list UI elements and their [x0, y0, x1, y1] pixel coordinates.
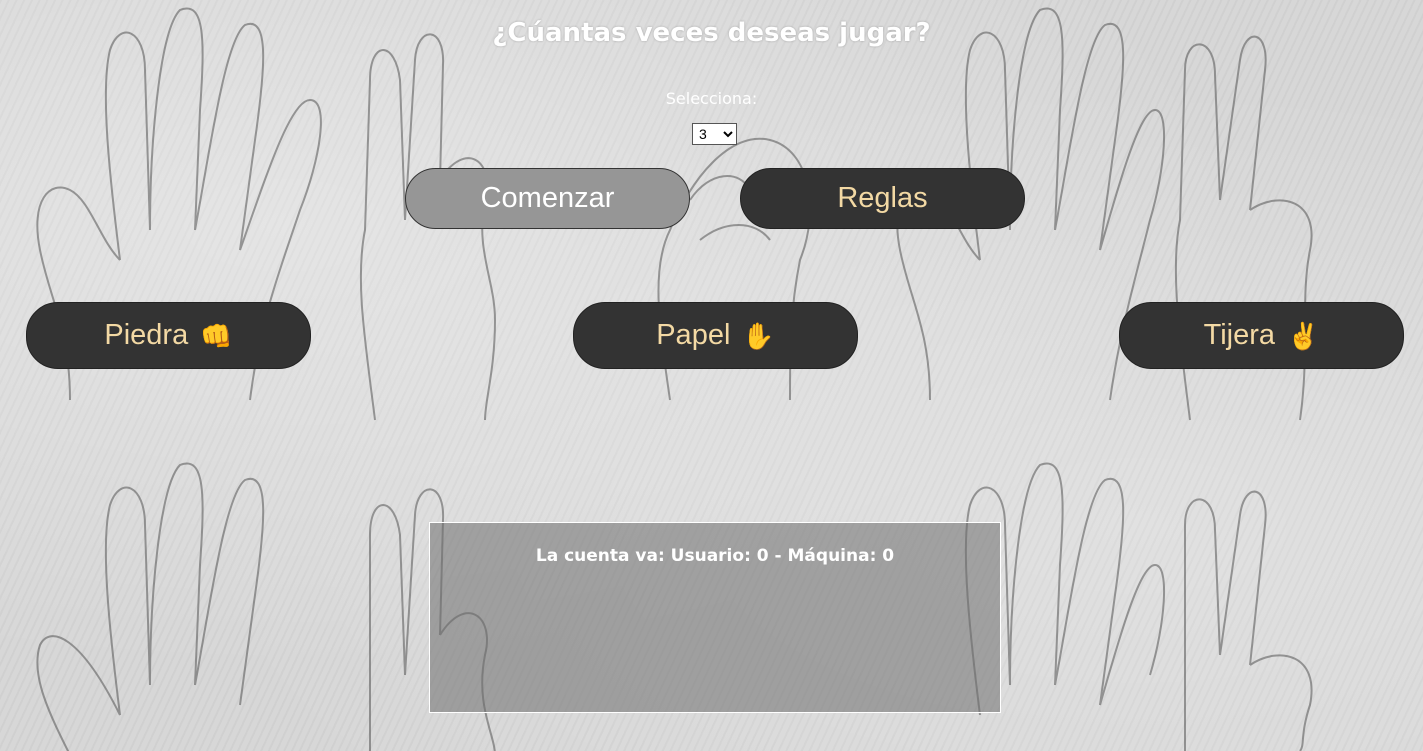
paper-button[interactable]: Papel ✋	[573, 302, 858, 369]
sketch-hand-three-icon	[345, 20, 525, 440]
start-button[interactable]: Comenzar	[405, 168, 690, 229]
scissors-button-label: Tijera	[1203, 319, 1276, 351]
rock-button-label: Piedra	[104, 319, 189, 351]
sketch-hand-open-icon	[10, 455, 330, 751]
start-button-label: Comenzar	[480, 182, 615, 214]
page-title: ¿Cúantas veces deseas jugar?	[492, 18, 931, 48]
rock-button[interactable]: Piedra 👊	[26, 302, 311, 369]
paper-button-label: Papel	[656, 319, 731, 351]
sketch-hand-peace-icon	[1150, 475, 1350, 751]
rules-button-label: Reglas	[837, 182, 928, 214]
rules-button[interactable]: Reglas	[740, 168, 1025, 229]
fist-icon: 👊	[200, 320, 233, 351]
scoreboard-panel: La cuenta va: Usuario: 0 - Máquina: 0	[429, 522, 1001, 713]
scissors-button[interactable]: Tijera ✌️	[1119, 302, 1404, 369]
select-label: Selecciona:	[665, 89, 758, 108]
sketch-hand-peace-icon	[1150, 20, 1350, 440]
score-text: La cuenta va: Usuario: 0 - Máquina: 0	[535, 546, 895, 566]
rounds-select-wrapper: 3	[692, 123, 737, 145]
rounds-select[interactable]: 3	[692, 123, 737, 145]
raised-hand-icon: ✋	[742, 320, 775, 351]
victory-hand-icon: ✌️	[1287, 320, 1320, 351]
